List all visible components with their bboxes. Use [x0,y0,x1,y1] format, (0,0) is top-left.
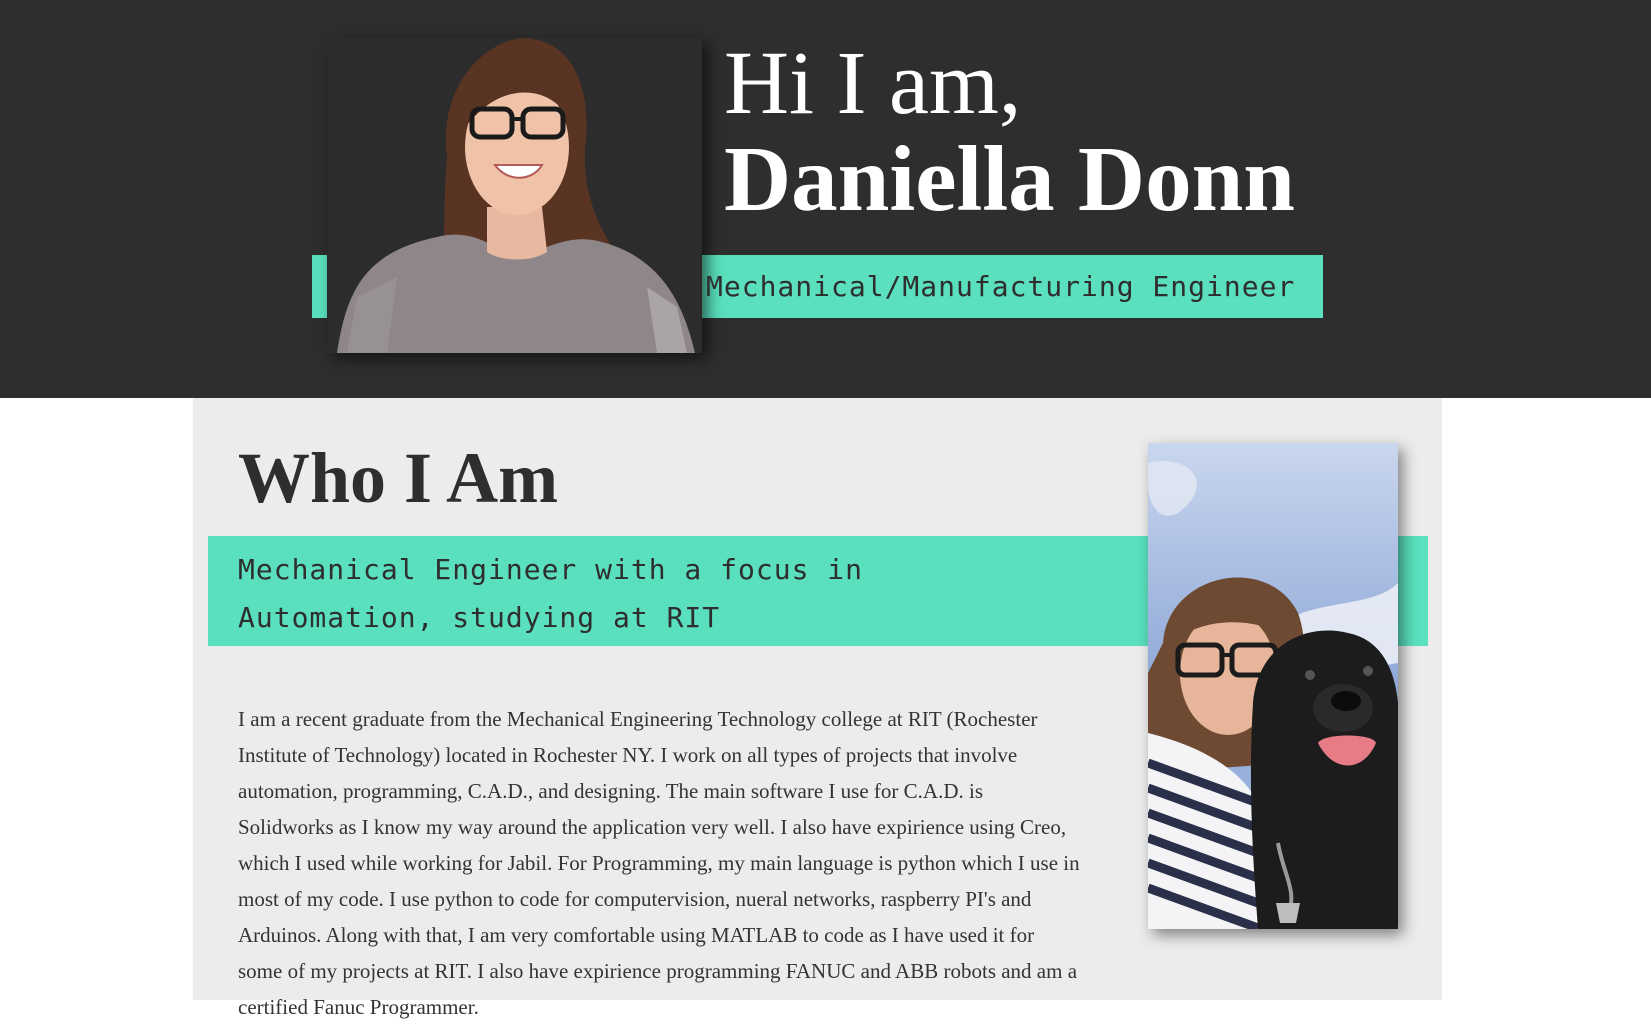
hero-greeting: Hi I am, [724,34,1022,133]
hero-name: Daniella Donn [724,128,1296,231]
profile-photo [327,37,702,353]
about-subtitle: Mechanical Engineer with a focus in Auto… [238,553,864,634]
hero-role: Mechanical/Manufacturing Engineer [706,270,1296,303]
about-photo [1148,443,1398,929]
about-title: Who I Am [238,438,559,518]
hero-section: Hi I am, Daniella Donn Mechanical/Manufa… [0,0,1651,398]
about-body: I am a recent graduate from the Mechanic… [238,707,1080,1019]
about-section: Who I Am Mechanical Engineer with a focu… [193,398,1442,1019]
